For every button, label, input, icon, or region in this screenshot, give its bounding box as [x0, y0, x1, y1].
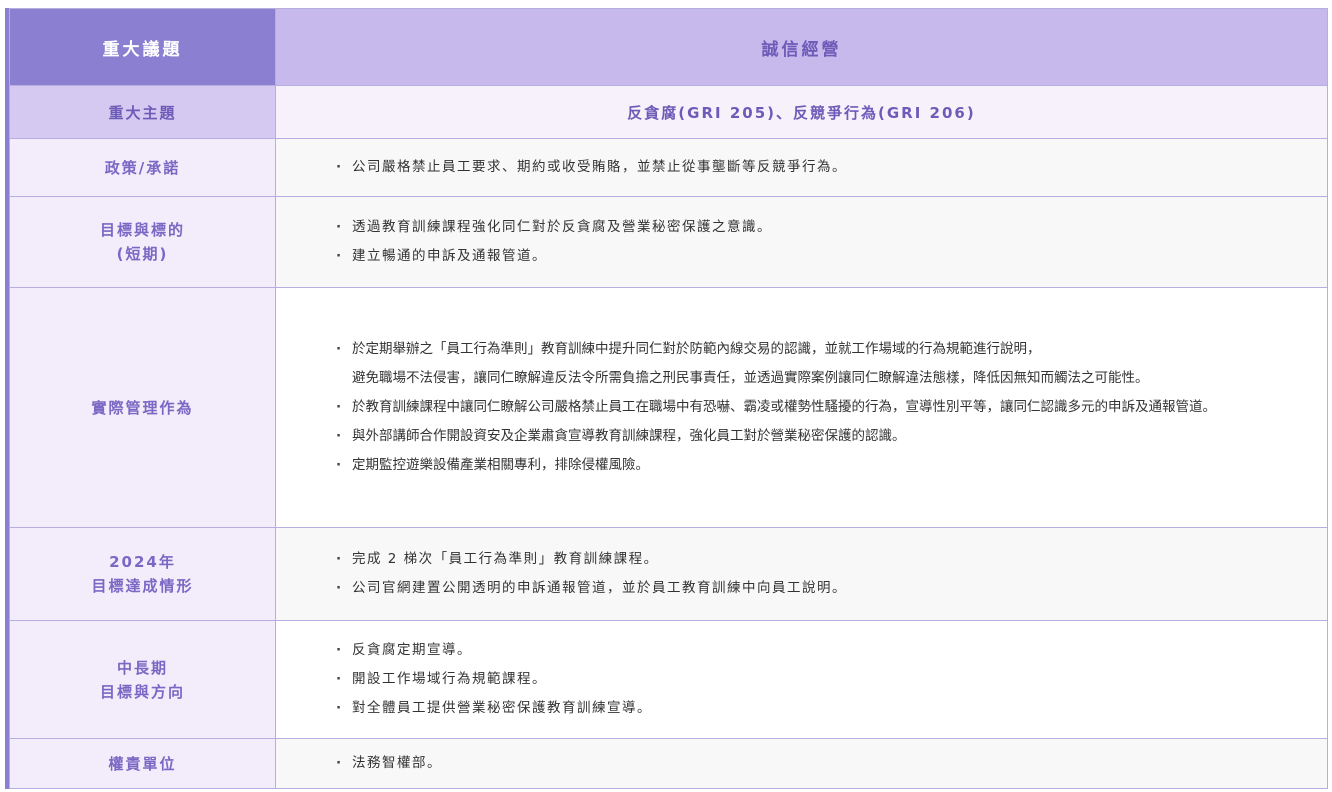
list-item: 透過教育訓練課程強化同仁對於反貪腐及營業秘密保護之意識。 — [336, 213, 1317, 242]
list-item-line: 避免職場不法侵害，讓同仁瞭解違反法令所需負擔之刑民事責任，並透過實際案例讓同仁瞭… — [352, 370, 1149, 386]
list-item: 反貪腐定期宣導。 — [336, 636, 1317, 665]
row-label-line: 中長期 — [116, 658, 168, 677]
row-label-management-actions: 實際管理作為 — [9, 287, 276, 528]
row-content-2024-achievement: 完成 2 梯次「員工行為準則」教育訓練課程。 公司官網建置公開透明的申訴通報管道… — [275, 527, 1328, 621]
row-label-line: 2024年 — [109, 553, 176, 571]
list-item: 開設工作場域行為規範課程。 — [336, 665, 1317, 694]
list-item: 定期監控遊樂設備產業相關專利，排除侵權風險。 — [336, 451, 1317, 480]
row-content-responsible-unit: 法務智權部。 — [275, 738, 1328, 789]
row-label-line: 目標與標的 — [99, 221, 185, 239]
row-management-actions: 實際管理作為 於定期舉辦之「員工行為準則」教育訓練中提升同仁對於防範內線交易的認… — [9, 287, 1328, 528]
row-content-management-actions: 於定期舉辦之「員工行為準則」教育訓練中提升同仁對於防範內線交易的認識，並就工作場… — [275, 287, 1328, 528]
row-label-line: 目標達成情形 — [91, 577, 194, 595]
header-value-cell: 誠信經營 — [275, 8, 1328, 86]
issue-table-container: 重大議題 誠信經營 重大主題 反貪腐(GRI 205)、反競爭行為(GRI 20… — [5, 8, 1328, 789]
header-label-cell: 重大議題 — [9, 8, 276, 86]
row-label-line: 實際管理作為 — [91, 398, 194, 417]
header-row: 重大議題 誠信經營 — [9, 8, 1328, 86]
row-2024-achievement: 2024年 目標達成情形 完成 2 梯次「員工行為準則」教育訓練課程。 公司官網… — [9, 527, 1328, 621]
row-long-term-goals: 中長期 目標與方向 反貪腐定期宣導。 開設工作場域行為規範課程。 對全體員工提供… — [9, 620, 1328, 739]
row-label-2024-achievement: 2024年 目標達成情形 — [9, 527, 276, 621]
topic-label-cell: 重大主題 — [9, 85, 276, 139]
row-label-long-term-goals: 中長期 目標與方向 — [9, 620, 276, 739]
row-content-short-term-goals: 透過教育訓練課程強化同仁對於反貪腐及營業秘密保護之意識。 建立暢通的申訴及通報管… — [275, 196, 1328, 288]
row-policy: 政策/承諾 公司嚴格禁止員工要求、期約或收受賄賂，並禁止從事壟斷等反競爭行為。 — [9, 138, 1328, 197]
row-label-short-term-goals: 目標與標的 (短期) — [9, 196, 276, 288]
list-item: 與外部講師合作開設資安及企業肅貪宣導教育訓練課程，強化員工對於營業秘密保護的認識… — [336, 422, 1317, 451]
material-issue-table: 重大議題 誠信經營 重大主題 反貪腐(GRI 205)、反競爭行為(GRI 20… — [9, 8, 1328, 789]
list-item: 於定期舉辦之「員工行為準則」教育訓練中提升同仁對於防範內線交易的認識，並就工作場… — [336, 335, 1317, 393]
topic-value-cell: 反貪腐(GRI 205)、反競爭行為(GRI 206) — [275, 85, 1328, 139]
list-item: 公司嚴格禁止員工要求、期約或收受賄賂，並禁止從事壟斷等反競爭行為。 — [336, 153, 1317, 182]
list-item: 完成 2 梯次「員工行為準則」教育訓練課程。 — [336, 545, 1317, 574]
list-item: 法務智權部。 — [336, 749, 1317, 778]
subheader-row: 重大主題 反貪腐(GRI 205)、反競爭行為(GRI 206) — [9, 85, 1328, 139]
row-label-policy: 政策/承諾 — [9, 138, 276, 197]
list-item: 於教育訓練課程中讓同仁瞭解公司嚴格禁止員工在職場中有恐嚇、霸凌或權勢性騷擾的行為… — [336, 393, 1317, 422]
row-responsible-unit: 權責單位 法務智權部。 — [9, 738, 1328, 789]
list-item: 對全體員工提供營業秘密保護教育訓練宣導。 — [336, 694, 1317, 723]
list-item: 建立暢通的申訴及通報管道。 — [336, 242, 1317, 271]
row-label-responsible-unit: 權責單位 — [9, 738, 276, 789]
list-item-line: 於定期舉辦之「員工行為準則」教育訓練中提升同仁對於防範內線交易的認識，並就工作場… — [352, 341, 1041, 357]
row-label-line: 目標與方向 — [99, 682, 185, 701]
row-label-line: (短期) — [116, 245, 169, 263]
row-content-long-term-goals: 反貪腐定期宣導。 開設工作場域行為規範課程。 對全體員工提供營業秘密保護教育訓練… — [275, 620, 1328, 739]
row-label-line: 權責單位 — [108, 754, 177, 773]
list-item: 公司官網建置公開透明的申訴通報管道，並於員工教育訓練中向員工說明。 — [336, 574, 1317, 603]
row-content-policy: 公司嚴格禁止員工要求、期約或收受賄賂，並禁止從事壟斷等反競爭行為。 — [275, 138, 1328, 197]
row-short-term-goals: 目標與標的 (短期) 透過教育訓練課程強化同仁對於反貪腐及營業秘密保護之意識。 … — [9, 196, 1328, 288]
row-label-line: 政策/承諾 — [104, 158, 181, 177]
